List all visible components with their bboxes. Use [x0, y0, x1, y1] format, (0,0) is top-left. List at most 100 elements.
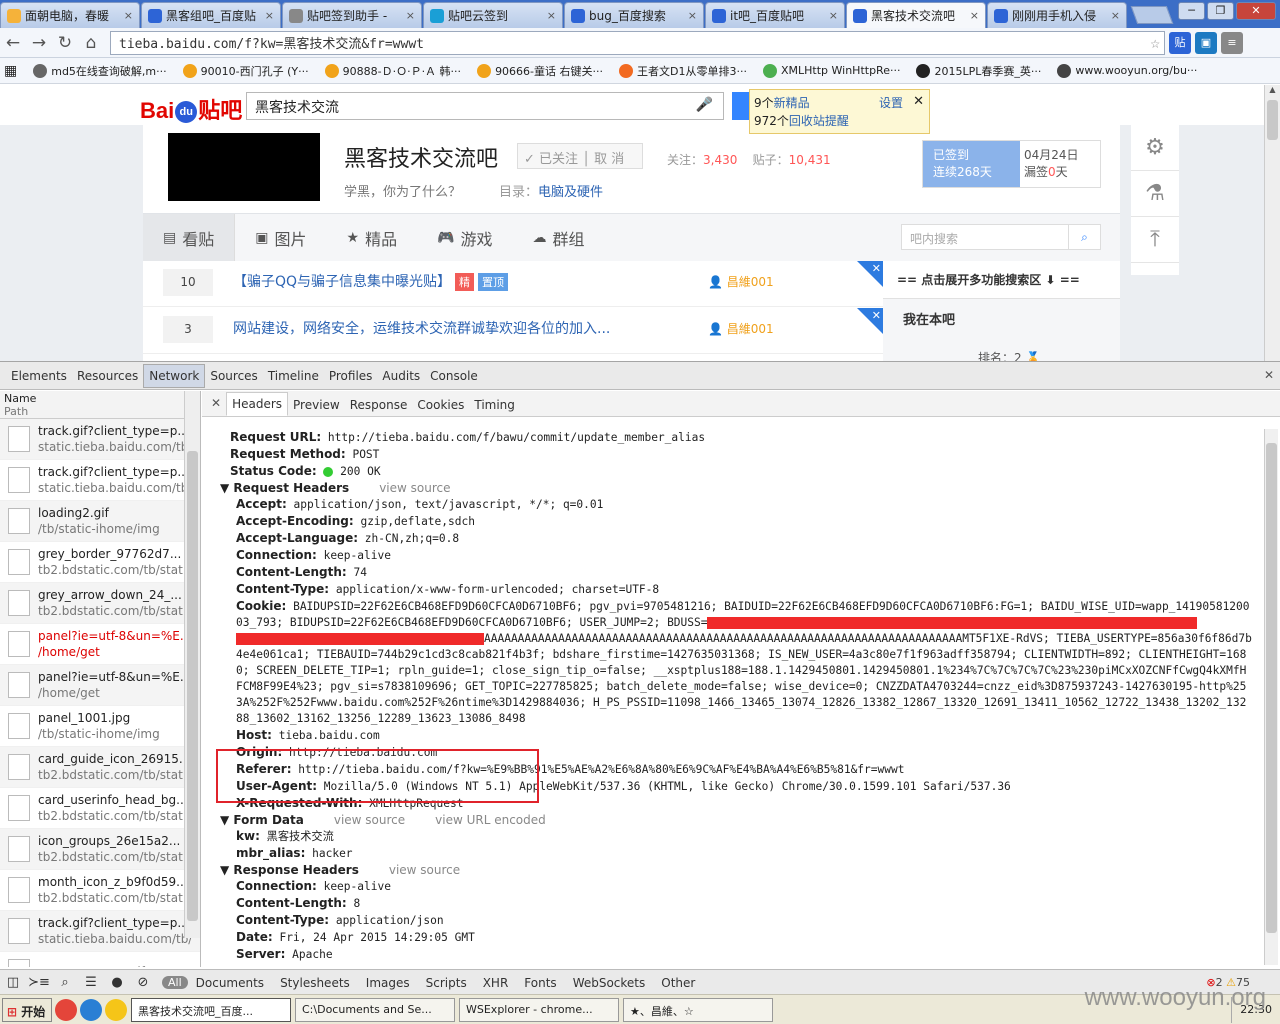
- bookmark-item[interactable]: 2015LPL春季赛_英···: [912, 63, 1041, 79]
- forum-tab[interactable]: ★ 精品: [327, 214, 418, 262]
- bookmark-item[interactable]: 90666-童话 右键关···: [473, 63, 603, 79]
- author-name[interactable]: 昌維001: [727, 275, 774, 289]
- dock-icon[interactable]: ◫: [0, 975, 26, 990]
- devtools-tab-profiles[interactable]: Profiles: [324, 365, 378, 387]
- filter-images[interactable]: Images: [358, 976, 418, 990]
- request-row[interactable]: month_icon_z_b9f0d59... tb2.bdstatic.com/…: [0, 870, 200, 911]
- forum-search-icon[interactable]: ⌕: [1069, 224, 1101, 250]
- tieba-logo[interactable]: Bai du 贴吧: [140, 93, 242, 125]
- browser-tab[interactable]: 贴吧云签到 ×: [423, 2, 563, 28]
- devtools-tab-resources[interactable]: Resources: [72, 365, 143, 387]
- quicklaunch-icon[interactable]: [80, 998, 102, 1021]
- devtools-tab-timeline[interactable]: Timeline: [263, 365, 324, 387]
- subtab-preview[interactable]: Preview: [288, 394, 345, 416]
- request-row[interactable]: grey_arrow_down_24_... tb2.bdstatic.com/t…: [0, 583, 200, 624]
- forum-tab[interactable]: ▤ 看贴: [143, 213, 236, 262]
- follow-button[interactable]: ✓ 已关注 │ 取 消: [517, 143, 643, 169]
- detail-scrollbar[interactable]: [1264, 429, 1278, 965]
- browser-tab[interactable]: it吧_百度贴吧 ×: [705, 2, 845, 28]
- notification-settings-link[interactable]: 设置: [879, 94, 903, 112]
- thread-author[interactable]: 👤 昌維001: [708, 273, 774, 290]
- bookmark-item[interactable]: 90888-Ｄ·Ｏ·Ｐ·Ａ 韩···: [321, 63, 461, 79]
- taskbar-button[interactable]: 黑客技术交流吧_百度...: [131, 997, 291, 1022]
- forum-tab[interactable]: ▣ 图片: [235, 214, 326, 262]
- request-row[interactable]: card_guide_icon_26915... tb2.bdstatic.com…: [0, 747, 200, 788]
- taskbar-button[interactable]: WSExplorer - chrome...: [459, 997, 619, 1022]
- address-bar[interactable]: tieba.baidu.com/f?kw=黑客技术交流&fr=wwwt ☆: [110, 30, 1165, 55]
- filter-websockets[interactable]: WebSockets: [565, 976, 654, 990]
- filter-documents[interactable]: Documents: [188, 976, 272, 990]
- forum-tab[interactable]: 🎮 游戏: [417, 214, 512, 262]
- request-row[interactable]: track.gif?client_type=p... static.tieba.b…: [0, 460, 200, 501]
- browser-tab[interactable]: 贴吧签到助手 - ×: [282, 2, 422, 28]
- request-row[interactable]: track.gif?client_type=p... static.tieba.b…: [0, 911, 200, 952]
- thread-row[interactable]: 10 【骗子QQ与骗子信息集中曝光贴】精置顶 👤 昌維001 ✕: [143, 261, 883, 307]
- devtools-tab-network[interactable]: Network: [143, 363, 206, 388]
- devtools-tab-console[interactable]: Console: [425, 365, 483, 387]
- search-icon[interactable]: ⌕: [52, 975, 78, 990]
- subtab-headers[interactable]: Headers: [226, 392, 289, 416]
- forum-avatar[interactable]: [168, 133, 320, 201]
- lab-flask-icon[interactable]: ⚗: [1131, 171, 1179, 217]
- list-view-icon[interactable]: ☰: [78, 975, 104, 990]
- tab-close-icon[interactable]: ×: [970, 9, 979, 22]
- request-list-header[interactable]: Name Path: [0, 391, 200, 419]
- response-headers-section[interactable]: ▼ Response Headers view source: [202, 862, 1262, 878]
- directory-link[interactable]: 电脑及硬件: [538, 185, 603, 200]
- signed-in-badge[interactable]: 已签到 连续268天: [923, 141, 1020, 187]
- request-row[interactable]: grey_arrow_up.gif?t=1...: [0, 952, 200, 967]
- browser-tab[interactable]: 黑客技术交流吧 ×: [846, 2, 986, 28]
- request-headers-section[interactable]: ▼ Request Headers view source: [202, 480, 1262, 496]
- author-name[interactable]: 昌維001: [727, 322, 774, 336]
- bookmark-star-icon[interactable]: ☆: [1150, 33, 1160, 52]
- taskbar-button[interactable]: C:\Documents and Se...: [295, 997, 455, 1022]
- bookmark-item[interactable]: XMLHttp WinHttpRe···: [759, 63, 900, 78]
- forum-tab[interactable]: ☁ 群组: [513, 214, 605, 262]
- close-icon[interactable]: ✕: [872, 262, 881, 275]
- filter-scripts[interactable]: Scripts: [418, 976, 475, 990]
- start-button[interactable]: ⊞ 开始: [2, 997, 52, 1022]
- tab-close-icon[interactable]: ×: [547, 9, 556, 22]
- reload-button[interactable]: ↻: [52, 30, 78, 56]
- bookmark-item[interactable]: md5在线查询破解,m···: [29, 63, 167, 79]
- browser-tab[interactable]: bug_百度搜索 ×: [564, 2, 704, 28]
- filter-stylesheets[interactable]: Stylesheets: [272, 976, 358, 990]
- form-data-section[interactable]: ▼ Form Data view source view URL encoded: [202, 812, 1262, 828]
- filter-xhr[interactable]: XHR: [475, 976, 517, 990]
- recycle-bin-link[interactable]: 回收站提醒: [789, 114, 849, 128]
- request-row[interactable]: panel?ie=utf-8&un=%E... /home/get: [0, 665, 200, 706]
- devtools-tab-elements[interactable]: Elements: [6, 365, 72, 387]
- quicklaunch-icon[interactable]: [105, 998, 127, 1021]
- thread-author[interactable]: 👤 昌維001: [708, 320, 774, 337]
- browser-tab[interactable]: 刚刚用手机入侵 ×: [987, 2, 1127, 28]
- devtools-tab-audits[interactable]: Audits: [377, 365, 425, 387]
- devtools-tab-sources[interactable]: Sources: [205, 365, 262, 387]
- home-button[interactable]: ⌂: [78, 30, 104, 56]
- minimize-button[interactable]: ─: [1178, 2, 1205, 20]
- microphone-icon[interactable]: 🎤: [696, 97, 713, 113]
- browser-tab[interactable]: 面朝电脑，春暖 ×: [0, 2, 140, 28]
- tab-close-icon[interactable]: ×: [265, 9, 274, 22]
- taskbar-button[interactable]: ★、昌維、☆: [623, 997, 773, 1022]
- thread-title[interactable]: 【骗子QQ与骗子信息集中曝光贴】精置顶: [233, 271, 509, 291]
- quicklaunch-icon[interactable]: [55, 998, 77, 1021]
- back-to-top-icon[interactable]: ⤒: [1131, 217, 1179, 263]
- expand-search-link[interactable]: == 点击展开多功能搜索区 ⬇ ==: [883, 261, 1120, 299]
- extension-icon[interactable]: ▣: [1195, 31, 1217, 54]
- tab-close-icon[interactable]: ×: [1111, 9, 1120, 22]
- subtab-timing[interactable]: Timing: [469, 394, 520, 416]
- back-button[interactable]: ←: [0, 30, 26, 56]
- close-window-button[interactable]: ✕: [1236, 2, 1276, 20]
- request-row[interactable]: card_userinfo_head_bg... tb2.bdstatic.com…: [0, 788, 200, 829]
- bookmark-item[interactable]: 王者文D1从零单排3···: [615, 63, 747, 79]
- request-row[interactable]: loading2.gif/tb/static-ihome/img: [0, 501, 200, 542]
- view-source-link[interactable]: view source: [379, 481, 450, 495]
- apps-icon[interactable]: ▦: [0, 63, 17, 79]
- extension-icon[interactable]: 贴: [1169, 31, 1191, 54]
- thread-title[interactable]: 网站建设，网络安全，运维技术交流群诚挚欢迎各位的加入...精置顶: [233, 318, 613, 338]
- close-detail-icon[interactable]: ✕: [208, 392, 226, 416]
- bookmark-item[interactable]: www.wooyun.org/bu···: [1053, 63, 1197, 78]
- forum-search-input[interactable]: 吧内搜索: [901, 224, 1069, 250]
- request-row[interactable]: grey_border_97762d7... tb2.bdstatic.com/t…: [0, 542, 200, 583]
- new-featured-link[interactable]: 新精品: [774, 96, 810, 110]
